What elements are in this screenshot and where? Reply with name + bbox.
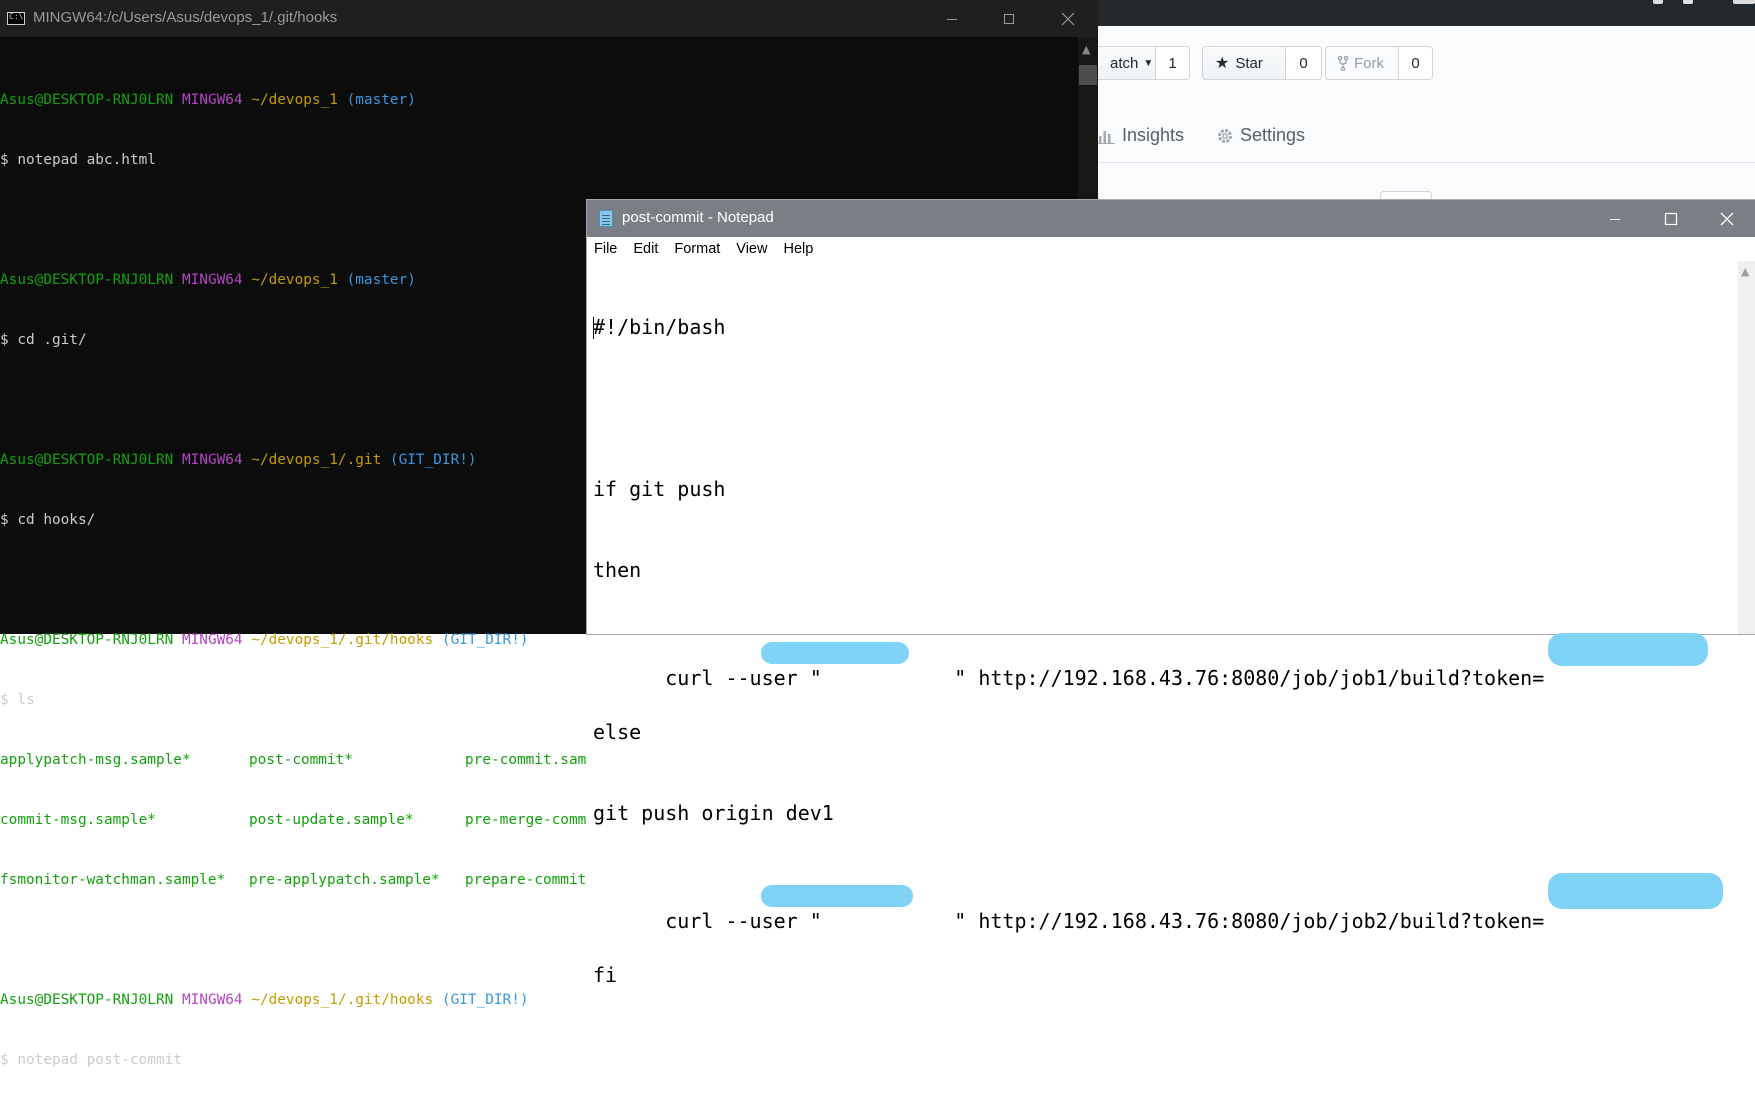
star-icon: ★	[1215, 55, 1230, 72]
code-line: git push origin dev1	[593, 801, 834, 825]
watch-count[interactable]: 1	[1156, 46, 1190, 80]
tab-insights[interactable]: Insights	[1098, 125, 1184, 146]
tab-settings-label: Settings	[1240, 125, 1306, 145]
command-line: $ notepad post-commit	[0, 1052, 182, 1068]
tab-underline	[1098, 162, 1755, 163]
graph-icon	[1098, 130, 1115, 144]
prompt-line: Asus@DESKTOP-RNJ0LRN MINGW64 ~/devops_1 …	[0, 92, 416, 108]
close-icon	[1061, 12, 1075, 25]
notepad-title: post-commit - Notepad	[622, 209, 774, 226]
command-line: $ cd .git/	[0, 332, 87, 348]
fork-label: Fork	[1354, 54, 1384, 72]
prompt-line: Asus@DESKTOP-RNJ0LRN MINGW64 ~/devops_1/…	[0, 992, 529, 1008]
command-line: $ ls	[0, 692, 35, 708]
star-button[interactable]: ★ Star	[1202, 46, 1286, 80]
plus-icon[interactable]	[1683, 0, 1693, 4]
code-line: if git push	[593, 477, 726, 501]
notepad-titlebar[interactable]: post-commit - Notepad	[587, 200, 1755, 237]
command-line: $ notepad abc.html	[0, 152, 156, 168]
gear-icon	[1218, 128, 1232, 143]
notification-icon[interactable]	[1653, 0, 1663, 4]
menu-help[interactable]: Help	[776, 241, 822, 257]
redaction-mark	[1548, 873, 1723, 909]
star-count[interactable]: 0	[1286, 46, 1322, 80]
minimize-button[interactable]	[1587, 200, 1643, 237]
scroll-up-icon[interactable]: ▲	[1082, 43, 1090, 56]
redaction-mark	[1548, 633, 1708, 666]
terminal-title: MINGW64:/c/Users/Asus/devops_1/.git/hook…	[33, 9, 338, 26]
maximize-button[interactable]	[1643, 200, 1699, 237]
header-icons	[1635, 0, 1755, 10]
prompt-line: Asus@DESKTOP-RNJ0LRN MINGW64 ~/devops_1/…	[0, 452, 477, 468]
notepad-scrollbar[interactable]: ▲	[1738, 261, 1755, 634]
minimize-button[interactable]	[924, 0, 980, 37]
terminal-icon	[7, 12, 25, 25]
ls-row: applypatch-msg.sample* post-commit* pre-co…	[0, 752, 587, 768]
fork-count[interactable]: 0	[1399, 46, 1433, 80]
redaction-mark	[761, 642, 909, 664]
redaction-mark	[761, 885, 913, 907]
maximize-icon	[1004, 13, 1014, 24]
ls-row: fsmonitor-watchman.sample* pre-applypatch…	[0, 872, 587, 888]
code-line: curl --user " " http://192.168.43.76:808…	[593, 873, 1723, 933]
scrollbar-thumb[interactable]	[1079, 65, 1097, 85]
tab-insights-label: Insights	[1122, 125, 1185, 145]
terminal-titlebar[interactable]: MINGW64:/c/Users/Asus/devops_1/.git/hook…	[0, 0, 1098, 37]
fork-icon	[1338, 55, 1348, 71]
command-line: $ cd hooks/	[0, 512, 96, 528]
notepad-menubar: File Edit Format View Help	[587, 237, 1755, 261]
notepad-icon	[599, 210, 613, 227]
close-button[interactable]	[1040, 0, 1096, 37]
notepad-window[interactable]: post-commit - Notepad File Edit Format V…	[587, 200, 1755, 987]
maximize-icon	[1664, 212, 1678, 225]
minimize-icon	[1610, 218, 1620, 220]
prompt-line: Asus@DESKTOP-RNJ0LRN MINGW64 ~/devops_1 …	[0, 272, 416, 288]
menu-edit[interactable]: Edit	[626, 241, 667, 257]
caret-down-icon: ▼	[1143, 57, 1154, 69]
fork-button[interactable]: Fork	[1325, 46, 1399, 80]
code-line: fi	[593, 963, 618, 987]
avatar[interactable]	[1733, 0, 1755, 4]
notepad-text-area[interactable]: #!/bin/bash if git push then curl --user…	[593, 260, 1723, 1043]
code-line: #!/bin/bash	[593, 315, 726, 339]
star-label: Star	[1235, 54, 1263, 72]
scroll-up-icon[interactable]: ▲	[1741, 265, 1749, 278]
menu-format[interactable]: Format	[667, 241, 729, 257]
menu-file[interactable]: File	[587, 241, 626, 257]
close-icon	[1720, 212, 1734, 225]
ls-row: commit-msg.sample* post-update.sample* pre…	[0, 812, 587, 828]
watch-label: atch	[1110, 54, 1139, 72]
code-line: else	[593, 720, 642, 744]
prompt-line: Asus@DESKTOP-RNJ0LRN MINGW64 ~/devops_1/…	[0, 632, 529, 648]
close-button[interactable]	[1699, 200, 1755, 237]
watch-button[interactable]: atch ▼	[1098, 46, 1156, 80]
code-line: curl --user " " http://192.168.43.76:808…	[593, 633, 1708, 690]
tab-settings[interactable]: Settings	[1216, 125, 1305, 146]
text-caret	[593, 317, 594, 339]
menu-view[interactable]: View	[729, 241, 776, 257]
terminal-output[interactable]: Asus@DESKTOP-RNJ0LRN MINGW64 ~/devops_1 …	[0, 50, 586, 1110]
minimize-icon	[947, 18, 957, 20]
code-line: then	[593, 558, 642, 582]
maximize-button[interactable]	[981, 0, 1037, 37]
